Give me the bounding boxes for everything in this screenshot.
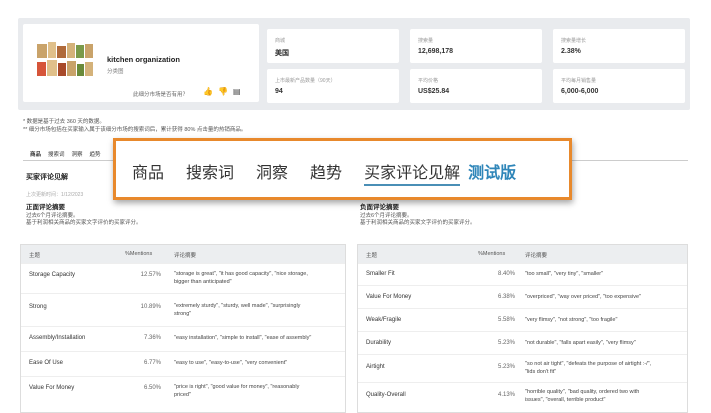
tab-insights[interactable]: 洞察	[256, 159, 288, 186]
metric-label: 搜索量	[418, 38, 434, 44]
note-line: * 数据是基于过去 360 天的数据。	[23, 119, 105, 125]
metric-label: 平均价格	[418, 78, 439, 84]
negative-summary-title: 负面评论摘要	[360, 204, 399, 211]
metric-card: 平均价格 US$25.84	[410, 69, 542, 103]
tab-buyer-review-insights[interactable]: 买家评论见解	[364, 159, 461, 186]
table-row: Ease Of Use 6.77% "easy to use", "easy-t…	[21, 351, 345, 376]
product-thumbnail-image	[37, 42, 93, 76]
thumbs-up-icon[interactable]: 👍	[203, 87, 213, 96]
table-row: Value For Money 6.50% "price is right", …	[21, 376, 345, 412]
positive-summary-title: 正面评论摘要	[26, 204, 65, 211]
metric-card: 搜索量 12,698,178	[410, 29, 542, 63]
category-title: kitchen organization	[107, 55, 180, 64]
table-row: Durability 5.23% "not durable", "falls a…	[358, 331, 687, 354]
metric-label: 上市最新产品数量（90天）	[275, 78, 336, 84]
metric-label: 平均每月销售量	[561, 78, 597, 84]
metric-card: 搜索量增长 2.38%	[553, 29, 685, 63]
tab-bar: 商品 搜索词 洞察 趋势	[30, 150, 101, 158]
tab-trends[interactable]: 趋势	[90, 150, 101, 158]
table-row: Storage Capacity 12.57% "storage is grea…	[21, 263, 345, 293]
note-line: ** 细分市场包括在买家输入属于该细分市场的搜索词后，累计获得 80% 点击量的…	[23, 127, 247, 133]
metric-value: 12,698,178	[418, 48, 454, 55]
positive-summary-desc: 过去6个月评论摘要。 基于利润相关商品的买家文字评价的买家评分。	[26, 213, 142, 226]
table-row: Quality-Overall 4.13% "horrible quality"…	[358, 382, 687, 412]
metric-card: 商城 美国	[267, 29, 399, 63]
tab-products[interactable]: 商品	[132, 159, 164, 186]
table-row: Value For Money 6.38% "overpriced", "way…	[358, 285, 687, 308]
metric-card: 平均每月销售量 6,000-6,000	[553, 69, 685, 103]
metric-card: 上市最新产品数量（90天） 94	[267, 69, 399, 103]
category-subtitle: 分类图	[107, 69, 124, 75]
negative-summary-desc: 过去6个月评论摘要。 基于利润相关商品的买家文字评价的买家评分。	[360, 213, 476, 226]
tab-search-terms[interactable]: 搜索词	[48, 150, 65, 158]
metric-label: 搜索量增长	[561, 38, 587, 44]
metric-value: US$25.84	[418, 88, 450, 95]
table-header: 主题 %Mentions 评论摘要	[21, 245, 345, 263]
last-updated: 上次更新时间：1/12/2023	[26, 192, 84, 198]
metric-label: 商城	[275, 38, 286, 44]
category-card: kitchen organization 分类图 此细分市场是否有用？ 👍 👎 …	[23, 24, 259, 102]
data-notes: * 数据是基于过去 360 天的数据。 ** 细分市场包括在买家输入属于该细分市…	[23, 118, 246, 134]
positive-review-table: 主题 %Mentions 评论摘要 Storage Capacity 12.57…	[20, 244, 346, 413]
table-row: Weak/Fragile 5.58% "very flimsy", "not s…	[358, 308, 687, 331]
section-title: 买家评论见解	[26, 174, 68, 181]
metric-value: 94	[275, 88, 283, 95]
metric-value: 美国	[275, 50, 289, 57]
beta-badge: 测试版	[468, 163, 517, 182]
tab-search-terms[interactable]: 搜索词	[186, 159, 234, 186]
metric-value: 2.38%	[561, 48, 581, 55]
zoomed-tab-callout: 商品 搜索词 洞察 趋势 买家评论见解 测试版	[113, 138, 572, 200]
negative-review-table: 主题 %Mentions 评论摘要 Smaller Fit 8.40% "too…	[357, 244, 688, 413]
thumbs-down-icon[interactable]: 👎	[218, 87, 228, 96]
tab-insights[interactable]: 洞察	[72, 150, 83, 158]
table-row: Assembly/Installation 7.36% "easy instal…	[21, 326, 345, 351]
zoomed-tab-bar: 商品 搜索词 洞察 趋势 买家评论见解 测试版	[132, 159, 516, 186]
comment-icon[interactable]: ▤	[233, 87, 241, 96]
table-row: Strong 10.89% "extremely sturdy", "sturd…	[21, 293, 345, 326]
feedback-question: 此细分市场是否有用？	[133, 92, 189, 98]
table-header: 主题 %Mentions 评论摘要	[358, 245, 687, 263]
table-row: Smaller Fit 8.40% "too small", "very tin…	[358, 263, 687, 285]
tab-trends[interactable]: 趋势	[310, 159, 342, 186]
table-row: Airtight 5.23% "so not air tight", "defe…	[358, 354, 687, 382]
metric-value: 6,000-6,000	[561, 88, 599, 95]
tab-products[interactable]: 商品	[30, 150, 41, 158]
